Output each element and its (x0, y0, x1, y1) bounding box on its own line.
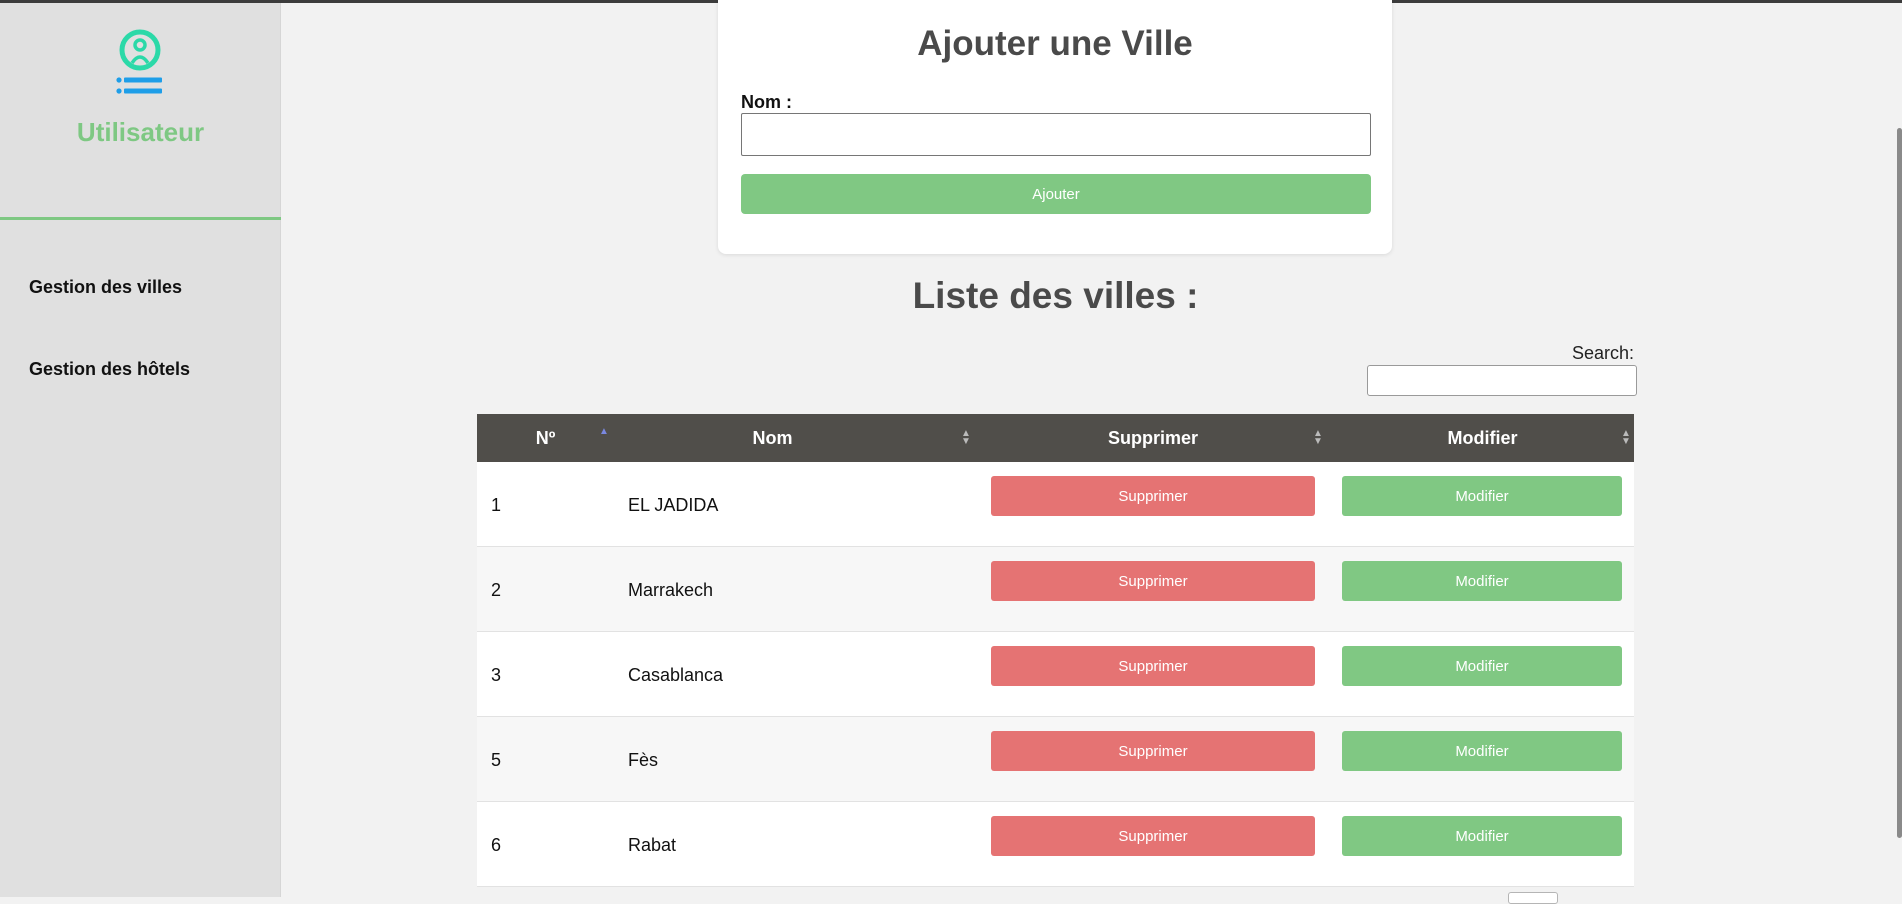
search-label: Search: (1572, 343, 1635, 363)
sort-both-icon: ▲ ▼ (961, 428, 971, 447)
list-title: Liste des villes : (912, 275, 1199, 316)
cell-name: Casablanca (628, 665, 724, 685)
column-header-nom-label: Nom (752, 428, 793, 448)
nav-item-hotels[interactable]: Gestion des hôtels (29, 359, 190, 380)
column-header-supprimer[interactable]: Supprimer (987, 414, 1319, 462)
table-row: 6 Rabat Supprimer Modifier (477, 802, 1634, 887)
edit-button[interactable]: Modifier (1342, 476, 1622, 516)
search-input[interactable] (1367, 365, 1637, 396)
column-header-supprimer-label: Supprimer (1107, 428, 1199, 448)
delete-button[interactable]: Supprimer (991, 561, 1315, 601)
cell-num: 1 (491, 495, 502, 515)
table-row: 3 Casablanca Supprimer Modifier (477, 632, 1634, 717)
cell-name: Rabat (628, 835, 677, 855)
add-city-form: Ajouter une Ville Nom : Ajouter (718, 0, 1392, 254)
cell-num: 6 (491, 835, 502, 855)
scrollbar-thumb[interactable] (1897, 128, 1902, 838)
sort-both-icon: ▲ ▼ (1313, 428, 1323, 447)
table-row: 2 Marrakech Supprimer Modifier (477, 547, 1634, 632)
form-title: Ajouter une Ville (917, 24, 1193, 63)
edit-button[interactable]: Modifier (1342, 816, 1622, 856)
name-input[interactable] (741, 113, 1371, 156)
pagination-button[interactable] (1508, 892, 1558, 904)
cities-table: Nº ▲ Nom ▲ ▼ Supprimer ▲ ▼ Modifier ▲ ▼ 1 E… (477, 414, 1634, 887)
column-header-nom[interactable]: Nom (614, 414, 931, 462)
edit-button[interactable]: Modifier (1342, 561, 1622, 601)
column-header-modifier-label: Modifier (1447, 428, 1518, 448)
delete-button[interactable]: Supprimer (991, 816, 1315, 856)
cell-num: 3 (491, 665, 502, 685)
sidebar: Utilisateur Gestion des villes Gestion d… (0, 3, 281, 897)
cell-name: Fès (628, 750, 659, 770)
user-label: Utilisateur (76, 117, 205, 147)
nav-item-villes[interactable]: Gestion des villes (29, 277, 182, 298)
cell-num: 2 (491, 580, 502, 600)
column-header-modifier[interactable]: Modifier (1339, 414, 1626, 462)
table-row: 5 Fès Supprimer Modifier (477, 717, 1634, 802)
table-row: 1 EL JADIDA Supprimer Modifier (477, 462, 1634, 547)
edit-button[interactable]: Modifier (1342, 731, 1622, 771)
add-button[interactable]: Ajouter (741, 174, 1371, 214)
delete-button[interactable]: Supprimer (991, 646, 1315, 686)
column-header-num[interactable]: Nº (477, 414, 614, 462)
column-header-num-label: Nº (535, 428, 556, 448)
delete-button[interactable]: Supprimer (991, 731, 1315, 771)
delete-button[interactable]: Supprimer (991, 476, 1315, 516)
sort-asc-icon: ▲ (599, 426, 609, 437)
cell-name: EL JADIDA (628, 495, 719, 515)
sidebar-divider (0, 217, 281, 220)
name-label: Nom : (741, 92, 792, 112)
edit-button[interactable]: Modifier (1342, 646, 1622, 686)
sort-both-icon: ▲ ▼ (1621, 428, 1631, 447)
user-list-icon (116, 29, 162, 94)
table-header: Nº ▲ Nom ▲ ▼ Supprimer ▲ ▼ Modifier ▲ ▼ (477, 414, 1634, 462)
cell-name: Marrakech (628, 580, 714, 600)
cell-num: 5 (491, 750, 502, 770)
